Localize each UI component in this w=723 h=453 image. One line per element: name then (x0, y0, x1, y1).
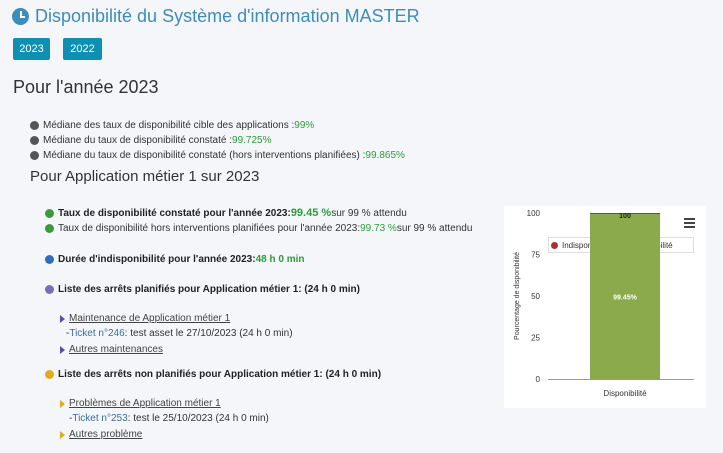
y-tick-label: 75 (531, 251, 540, 260)
bullet-icon (30, 136, 39, 145)
year-button-2022[interactable]: 2022 (63, 38, 102, 60)
unplanned-group[interactable]: Problèmes de Application métier 1 (60, 398, 221, 409)
planned-ticket: - Ticket n°246: test asset le 27/10/2023… (66, 328, 293, 339)
clock-icon (12, 8, 29, 25)
planned-more-link[interactable]: Autres maintenances (69, 344, 163, 355)
x-tick-label: Disponibilité (603, 389, 647, 398)
observed-rate: Taux de disponibilité constaté pour l'an… (45, 207, 407, 219)
caret-right-icon (60, 430, 65, 439)
downtime: Durée d'indisponibilité pour l'année 202… (45, 254, 304, 265)
caret-right-icon (60, 399, 65, 408)
median-target: Médiane des taux de disponibilité cible … (30, 120, 314, 131)
bullet-icon (45, 224, 54, 233)
availability-chart: 0 25 50 75 100 Pourcentage de disponibilité 10… (514, 209, 694, 398)
bullet-icon (30, 151, 39, 160)
unplanned-more-link[interactable]: Autres problème (69, 429, 142, 440)
y-tick-label: 100 (527, 209, 541, 218)
app-section-title: Pour Application métier 1 sur 2023 (30, 168, 260, 185)
data-label-available: 99.45% (613, 294, 638, 301)
bullet-icon (30, 121, 39, 130)
planned-group[interactable]: Maintenance de Application métier 1 (60, 313, 230, 324)
planned-more[interactable]: Autres maintenances (60, 344, 163, 355)
unplanned-group-link[interactable]: Problèmes de Application métier 1 (69, 398, 221, 409)
unplanned-more[interactable]: Autres problème (60, 429, 142, 440)
page-title: Disponibilité du Système d'information M… (35, 6, 420, 26)
excl-rate: Taux de disponibilité hors interventions… (45, 223, 472, 234)
planned-ticket-link[interactable]: Ticket n°246 (69, 328, 124, 339)
bullet-icon (45, 255, 54, 264)
year-button-2023[interactable]: 2023 (13, 38, 50, 60)
unplanned-ticket-link[interactable]: Ticket n°253 (72, 413, 127, 424)
unplanned-heading: Liste des arrêts non planifiés pour Appl… (45, 369, 381, 380)
y-axis-label: Pourcentage de disponibilité (514, 252, 521, 340)
unplanned-ticket: - Ticket n°253: test le 25/10/2023 (24 h… (69, 413, 269, 424)
data-label-unavailable: 100 (619, 213, 631, 220)
planned-heading: Liste des arrêts planifiés pour Applicat… (45, 284, 360, 295)
y-tick-label: 50 (531, 292, 540, 301)
bullet-icon (45, 208, 54, 218)
median-observed-excl: Médiane du taux de disponibilité constat… (30, 150, 405, 161)
y-tick-label: 25 (531, 334, 540, 343)
caret-right-icon (60, 314, 65, 323)
bullet-icon (45, 285, 54, 294)
bullet-icon (45, 370, 54, 379)
median-observed: Médiane du taux de disponibilité constat… (30, 135, 272, 146)
planned-group-link[interactable]: Maintenance de Application métier 1 (69, 313, 230, 324)
page-header: Disponibilité du Système d'information M… (12, 6, 420, 27)
caret-right-icon (60, 345, 65, 354)
year-section-title: Pour l'année 2023 (13, 77, 159, 97)
y-tick-label: 0 (536, 375, 541, 384)
